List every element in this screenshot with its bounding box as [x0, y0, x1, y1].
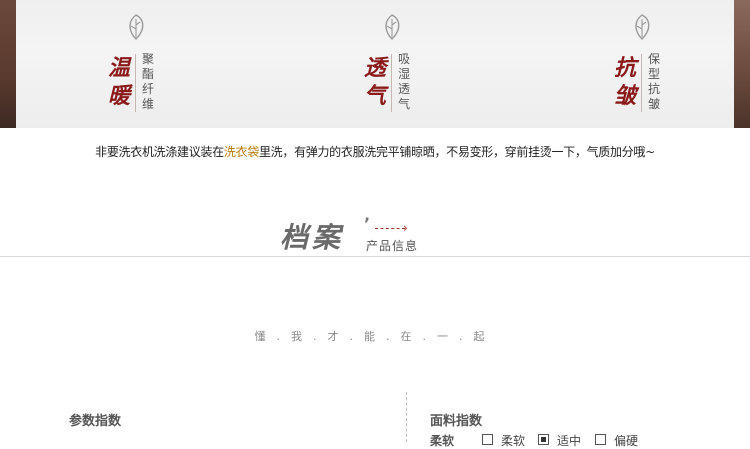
- feature-banner: 温暖 聚酯纤维 透气 吸湿透气 抗皱 保型抗皱: [0, 0, 750, 128]
- option-label: 偏硬: [614, 434, 639, 448]
- slogan: 懂.我.才.能.在.一.起: [254, 330, 496, 343]
- feature-divider: [135, 54, 136, 112]
- section-subtitle: 产品信息: [366, 239, 419, 253]
- leaf-icon: [129, 14, 144, 40]
- option-label: 适中: [557, 434, 582, 448]
- leaf-icon: [635, 14, 650, 40]
- feature-subtitle: 聚酯纤维: [141, 52, 154, 111]
- param-title: 参数指数: [69, 414, 122, 429]
- dashed-arrow-line: [375, 228, 405, 230]
- banner-panel: 温暖 聚酯纤维 透气 吸湿透气 抗皱 保型抗皱: [16, 0, 734, 128]
- feature-warm: 温暖 聚酯纤维: [104, 10, 174, 120]
- softness-label: 柔软: [430, 434, 455, 448]
- feature-title: 抗皱: [613, 55, 636, 109]
- feature-subtitle: 吸湿透气: [397, 52, 410, 111]
- care-note: 非要洗衣机洗涤建议装在洗衣袋里洗，有弹力的衣服洗完平铺晾晒，不易变形，穿前挂烫一…: [0, 143, 750, 160]
- checkbox[interactable]: [482, 434, 493, 445]
- section-title-tick: ’: [364, 214, 371, 233]
- feature-title: 温暖: [107, 55, 130, 109]
- feature-subtitle: 保型抗皱: [647, 52, 660, 111]
- option-label: 柔软: [501, 434, 526, 448]
- feature-title: 透气: [363, 55, 386, 109]
- checkbox[interactable]: [595, 434, 606, 445]
- arrow-icon: ›: [403, 221, 408, 235]
- feature-divider: [641, 54, 642, 112]
- feature-divider: [391, 54, 392, 112]
- feature-anti-wrinkle: 抗皱 保型抗皱: [610, 10, 680, 120]
- fabric-title: 面料指数: [430, 414, 483, 429]
- column-divider: [406, 392, 407, 442]
- care-note-before: 非要洗衣机洗涤建议装在: [95, 145, 224, 159]
- feature-breathable: 透气 吸湿透气: [360, 10, 430, 120]
- banner-left-edge: [0, 0, 16, 128]
- section-heading: 档案 ’ › 产品信息: [280, 212, 440, 256]
- checkbox[interactable]: [538, 434, 549, 445]
- section-divider: [0, 256, 750, 257]
- care-note-after: 里洗，有弹力的衣服洗完平铺晾晒，不易变形，穿前挂烫一下，气质加分哦~: [258, 145, 655, 159]
- section-title: 档案: [280, 221, 345, 254]
- care-note-highlight: 洗衣袋: [223, 145, 259, 159]
- banner-right-edge: [734, 0, 750, 128]
- leaf-icon: [385, 14, 400, 40]
